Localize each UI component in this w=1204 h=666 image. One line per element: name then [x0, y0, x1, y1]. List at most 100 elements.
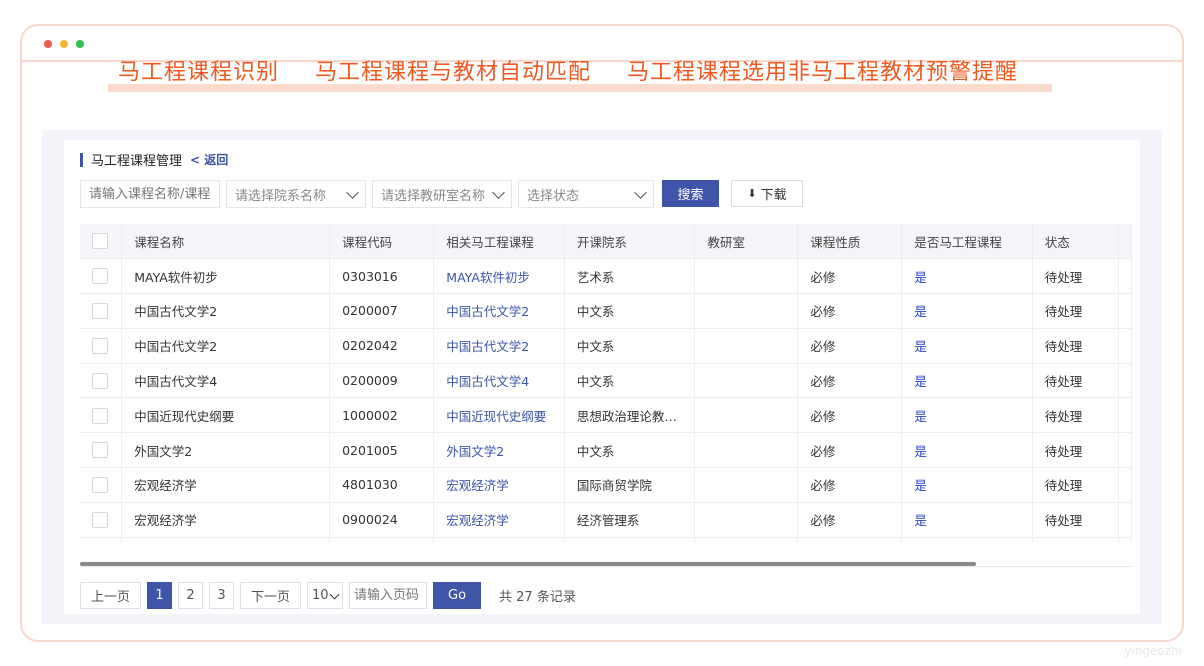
- close-dot-icon[interactable]: [44, 40, 52, 48]
- prev-page-button[interactable]: 上一页: [80, 582, 142, 609]
- course-table-wrapper[interactable]: 课程名称 课程代码 相关马工程课程 开课院系 教研室 课程性质 是否马工程课程 …: [80, 224, 1132, 542]
- course-code-cell: 0303016: [329, 258, 435, 295]
- row-checkbox[interactable]: [92, 372, 108, 389]
- department-cell: 中文系: [564, 328, 696, 364]
- course-type-cell: 必修: [797, 328, 903, 364]
- is-mgc-cell[interactable]: 是: [901, 502, 1033, 538]
- is-mgc-cell[interactable]: 是: [901, 467, 1033, 503]
- office-cell: [694, 432, 799, 469]
- minimize-dot-icon[interactable]: [60, 40, 68, 48]
- course-type-cell: 必修: [797, 397, 903, 434]
- is-mgc-cell[interactable]: 是: [901, 258, 1033, 295]
- column-header[interactable]: 课程性质: [797, 224, 903, 260]
- chevron-down-icon: [634, 185, 647, 199]
- next-page-button[interactable]: 下一页: [240, 582, 302, 609]
- is-mgc-cell[interactable]: 是: [901, 537, 1033, 542]
- related-course-link[interactable]: 宏观经济学: [433, 537, 565, 542]
- column-header[interactable]: 相关马工程课程: [433, 224, 565, 260]
- related-course-link[interactable]: 宏观经济学: [433, 467, 565, 503]
- department-cell: 中文系: [564, 363, 696, 399]
- row-checkbox[interactable]: [92, 338, 108, 355]
- course-type-cell: 必修: [797, 537, 903, 542]
- table-row[interactable]: 宏观经济学 0900024 宏观经济学 经济管理系 必修是待处理: [80, 502, 1132, 538]
- course-type-cell: 必修: [797, 467, 903, 503]
- row-checkbox[interactable]: [92, 442, 108, 459]
- filter-bar: 请选择院系名称 请选择教研室名称 选择状态 搜索 ⬇ 下载: [80, 180, 803, 208]
- office-select[interactable]: 请选择教研室名称: [372, 180, 512, 208]
- row-select-cell: [80, 502, 123, 538]
- is-mgc-cell[interactable]: 是: [901, 363, 1033, 399]
- watermark: yingeozhi: [1124, 644, 1182, 658]
- is-mgc-cell[interactable]: 是: [901, 432, 1033, 469]
- page-button-3[interactable]: 3: [209, 582, 235, 609]
- office-select-label: 请选择教研室名称: [381, 188, 485, 204]
- column-header[interactable]: 是否马工程课程: [901, 224, 1033, 260]
- download-button-label: 下载: [760, 188, 787, 203]
- search-button[interactable]: 搜索: [662, 180, 719, 207]
- related-course-link[interactable]: 中国古代文学2: [433, 293, 565, 329]
- office-cell: [694, 363, 799, 399]
- select-all-cell: [80, 224, 123, 260]
- related-course-link[interactable]: 中国古代文学4: [433, 363, 565, 399]
- row-checkbox[interactable]: [92, 268, 108, 285]
- maximize-dot-icon[interactable]: [76, 40, 84, 48]
- related-course-link[interactable]: 中国古代文学2: [433, 328, 565, 364]
- row-select-cell: [80, 293, 123, 329]
- table-row[interactable]: 中国古代文学2 0202042 中国古代文学2 中文系 必修是待处理: [80, 328, 1132, 364]
- table-row[interactable]: MAYA软件初步 0303016 MAYA软件初步 艺术系 必修是待处理: [80, 258, 1132, 295]
- row-checkbox[interactable]: [92, 303, 108, 320]
- horizontal-scrollbar[interactable]: [80, 562, 976, 566]
- go-button[interactable]: Go: [433, 582, 482, 609]
- column-header[interactable]: 课程代码: [329, 224, 435, 260]
- department-cell: 国际商贸学院: [564, 467, 696, 503]
- column-header[interactable]: 状态: [1032, 224, 1119, 260]
- is-mgc-cell[interactable]: 是: [901, 293, 1033, 329]
- back-link[interactable]: < 返回: [190, 151, 228, 168]
- status-cell: 待处理: [1032, 293, 1119, 329]
- table-row[interactable]: 外国文学2 0201005 外国文学2 中文系 必修是待处理: [80, 432, 1132, 469]
- row-checkbox[interactable]: [92, 477, 108, 494]
- row-select-cell: [80, 397, 123, 434]
- table-row[interactable]: 宏观经济学0900001宏观经济学经济管理系必修是待处理: [80, 537, 1132, 542]
- course-search-input[interactable]: [80, 180, 220, 208]
- row-spacer: [1118, 537, 1132, 542]
- related-course-link[interactable]: 宏观经济学: [433, 502, 565, 538]
- department-select[interactable]: 请选择院系名称: [226, 180, 366, 208]
- row-checkbox[interactable]: [92, 407, 108, 424]
- row-checkbox[interactable]: [92, 512, 108, 529]
- row-select-cell: [80, 363, 123, 399]
- row-spacer: [1118, 432, 1132, 469]
- column-header[interactable]: 课程名称: [121, 224, 331, 260]
- related-course-link[interactable]: 外国文学2: [433, 432, 565, 469]
- is-mgc-cell[interactable]: 是: [901, 397, 1033, 434]
- department-cell: 中文系: [564, 432, 696, 469]
- department-cell: 思想政治理论教…: [564, 397, 696, 434]
- is-mgc-cell[interactable]: 是: [901, 328, 1033, 364]
- column-header[interactable]: 教研室: [694, 224, 799, 260]
- table-row[interactable]: 宏观经济学 4801030 宏观经济学 国际商贸学院 必修是待处理: [80, 467, 1132, 503]
- page-button-2[interactable]: 2: [178, 582, 204, 609]
- table-row[interactable]: 中国近现代史纲要 1000002 中国近现代史纲要 思想政治理论教… 必修是待处理: [80, 397, 1132, 434]
- status-select[interactable]: 选择状态: [518, 180, 654, 208]
- select-all-checkbox[interactable]: [92, 233, 108, 250]
- download-button[interactable]: ⬇ 下载: [731, 180, 803, 207]
- page-number-input[interactable]: [349, 582, 428, 609]
- course-code-cell: 4801030: [329, 467, 435, 503]
- page-button-1[interactable]: 1: [147, 582, 173, 609]
- total-records: 共 27 条记录: [499, 590, 576, 605]
- page-size-select[interactable]: 10: [307, 582, 344, 609]
- row-spacer: [1118, 397, 1132, 434]
- course-table: 课程名称 课程代码 相关马工程课程 开课院系 教研室 课程性质 是否马工程课程 …: [80, 224, 1132, 542]
- row-spacer: [1118, 467, 1132, 503]
- department-cell: 艺术系: [564, 258, 696, 295]
- column-header[interactable]: 开课院系: [564, 224, 696, 260]
- course-management-panel: 马工程课程管理 < 返回 请选择院系名称 请选择教研室名称 选择状态 搜索 ⬇ …: [64, 140, 1140, 614]
- related-course-link[interactable]: MAYA软件初步: [433, 258, 565, 295]
- course-name-cell: 中国古代文学2: [121, 293, 331, 329]
- table-row[interactable]: 中国古代文学4 0200009 中国古代文学4 中文系 必修是待处理: [80, 363, 1132, 399]
- table-row[interactable]: 中国古代文学2 0200007 中国古代文学2 中文系 必修是待处理: [80, 293, 1132, 329]
- download-icon: ⬇: [747, 187, 757, 200]
- related-course-link[interactable]: 中国近现代史纲要: [433, 397, 565, 434]
- office-cell: [694, 293, 799, 329]
- status-select-label: 选择状态: [527, 188, 580, 204]
